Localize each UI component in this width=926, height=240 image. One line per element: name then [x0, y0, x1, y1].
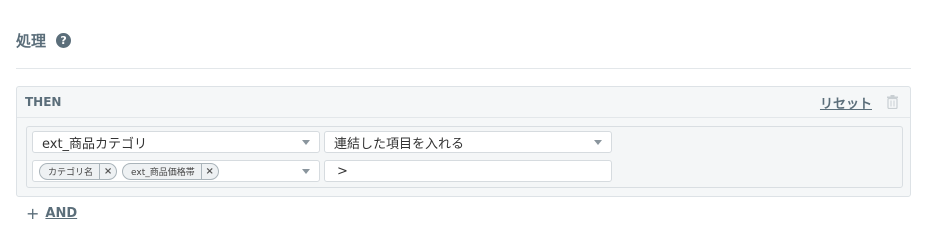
reset-link[interactable]: リセット — [820, 93, 872, 112]
source-fields-select[interactable]: カテゴリ名 × ext_商品価格帯 × — [32, 160, 320, 182]
add-and-button[interactable]: + AND — [26, 204, 77, 223]
rule-row: ext_商品カテゴリ 連結した項目を入れる カテゴリ名 × ext_商品価格帯 … — [26, 126, 903, 188]
then-label: THEN — [25, 95, 62, 109]
then-card: THEN リセット ext_商品カテゴリ 連結した項目を入れる カテゴリ名 × — [16, 86, 911, 197]
source-field-tags: カテゴリ名 × ext_商品価格帯 × — [39, 163, 219, 180]
source-field-tag: ext_商品価格帯 × — [122, 163, 219, 180]
tag-label: ext_商品価格帯 — [131, 168, 195, 178]
action-select-value: 連結した項目を入れる — [334, 136, 465, 152]
plus-icon: + — [26, 204, 40, 223]
tag-label: カテゴリ名 — [48, 168, 94, 178]
remove-tag-icon[interactable]: × — [99, 164, 116, 179]
chevron-down-icon — [302, 140, 310, 145]
field-select-value: ext_商品カテゴリ — [42, 136, 148, 152]
action-select[interactable]: 連結した項目を入れる — [324, 131, 612, 153]
source-field-tag: カテゴリ名 × — [39, 163, 118, 180]
add-and-label: AND — [45, 206, 78, 221]
chevron-down-icon — [594, 140, 602, 145]
section-title: 処理 ? — [16, 30, 72, 50]
trash-icon[interactable] — [886, 95, 899, 109]
help-icon[interactable]: ? — [56, 32, 72, 48]
separator-input[interactable]: > — [324, 160, 612, 182]
field-select[interactable]: ext_商品カテゴリ — [32, 131, 320, 153]
remove-tag-icon[interactable]: × — [200, 164, 218, 179]
then-header: THEN リセット — [17, 87, 910, 118]
divider — [16, 68, 911, 69]
chevron-down-icon — [302, 169, 310, 174]
section-title-text: 処理 — [16, 31, 47, 50]
